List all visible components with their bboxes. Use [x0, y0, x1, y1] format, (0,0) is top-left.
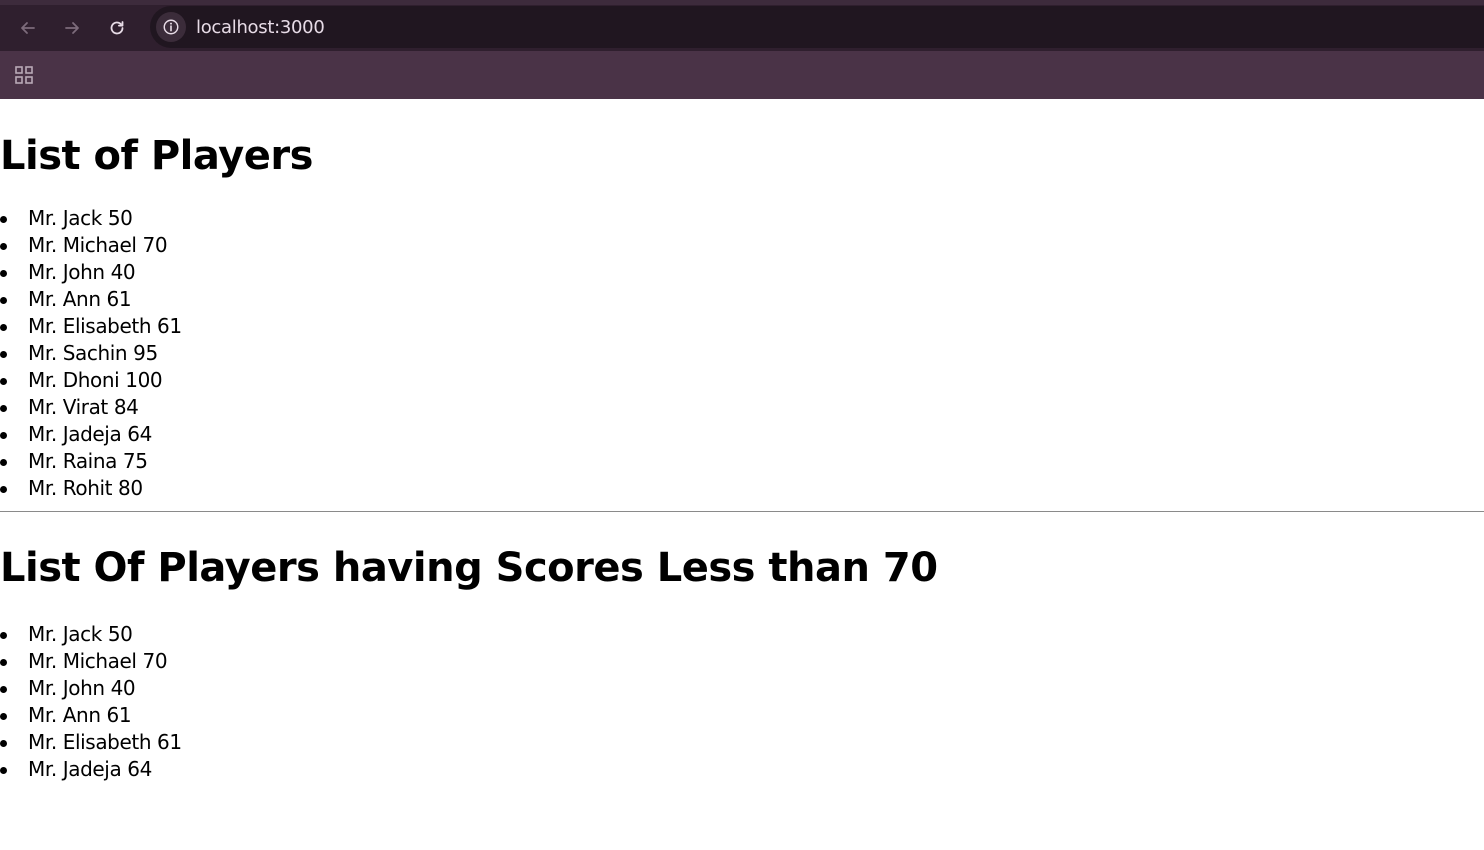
arrow-right-icon [65, 22, 79, 34]
list-item: Mr. Jack 50 [0, 621, 1484, 648]
browser-toolbar: localhost:3000 [0, 0, 1484, 51]
list-item: Mr. Raina 75 [0, 448, 1484, 475]
players-list: Mr. Jack 50 Mr. Michael 70 Mr. John 40 M… [0, 205, 1484, 502]
bookmarks-bar [0, 51, 1484, 99]
list-item: Mr. Elisabeth 61 [0, 313, 1484, 340]
forward-button[interactable] [57, 13, 87, 43]
list-item: Mr. Michael 70 [0, 232, 1484, 259]
list-item: Mr. Ann 61 [0, 286, 1484, 313]
reload-button[interactable] [102, 13, 132, 43]
list-item: Mr. Ann 61 [0, 702, 1484, 729]
apps-grid-icon[interactable] [14, 65, 34, 85]
site-info-icon[interactable] [156, 12, 186, 42]
list-item: Mr. Sachin 95 [0, 340, 1484, 367]
list-item: Mr. John 40 [0, 259, 1484, 286]
list-item: Mr. Elisabeth 61 [0, 729, 1484, 756]
list-item: Mr. Michael 70 [0, 648, 1484, 675]
divider [0, 511, 1484, 512]
list-item: Mr. Dhoni 100 [0, 367, 1484, 394]
list-item: Mr. Jack 50 [0, 205, 1484, 232]
list-item: Mr. Rohit 80 [0, 475, 1484, 502]
list-item: Mr. John 40 [0, 675, 1484, 702]
filtered-players-list: Mr. Jack 50 Mr. Michael 70 Mr. John 40 M… [0, 621, 1484, 783]
list-item: Mr. Jadeja 64 [0, 421, 1484, 448]
section-title: List Of Players having Scores Less than … [0, 545, 938, 591]
url-text[interactable]: localhost:3000 [196, 17, 325, 38]
arrow-left-icon [21, 22, 35, 34]
list-item: Mr. Jadeja 64 [0, 756, 1484, 783]
page-title: List of Players [0, 133, 313, 179]
page-content: List of Players Mr. Jack 50 Mr. Michael … [0, 133, 1484, 783]
back-button[interactable] [13, 13, 43, 43]
address-bar[interactable]: localhost:3000 [150, 6, 1484, 48]
list-item: Mr. Virat 84 [0, 394, 1484, 421]
reload-icon [110, 21, 124, 35]
